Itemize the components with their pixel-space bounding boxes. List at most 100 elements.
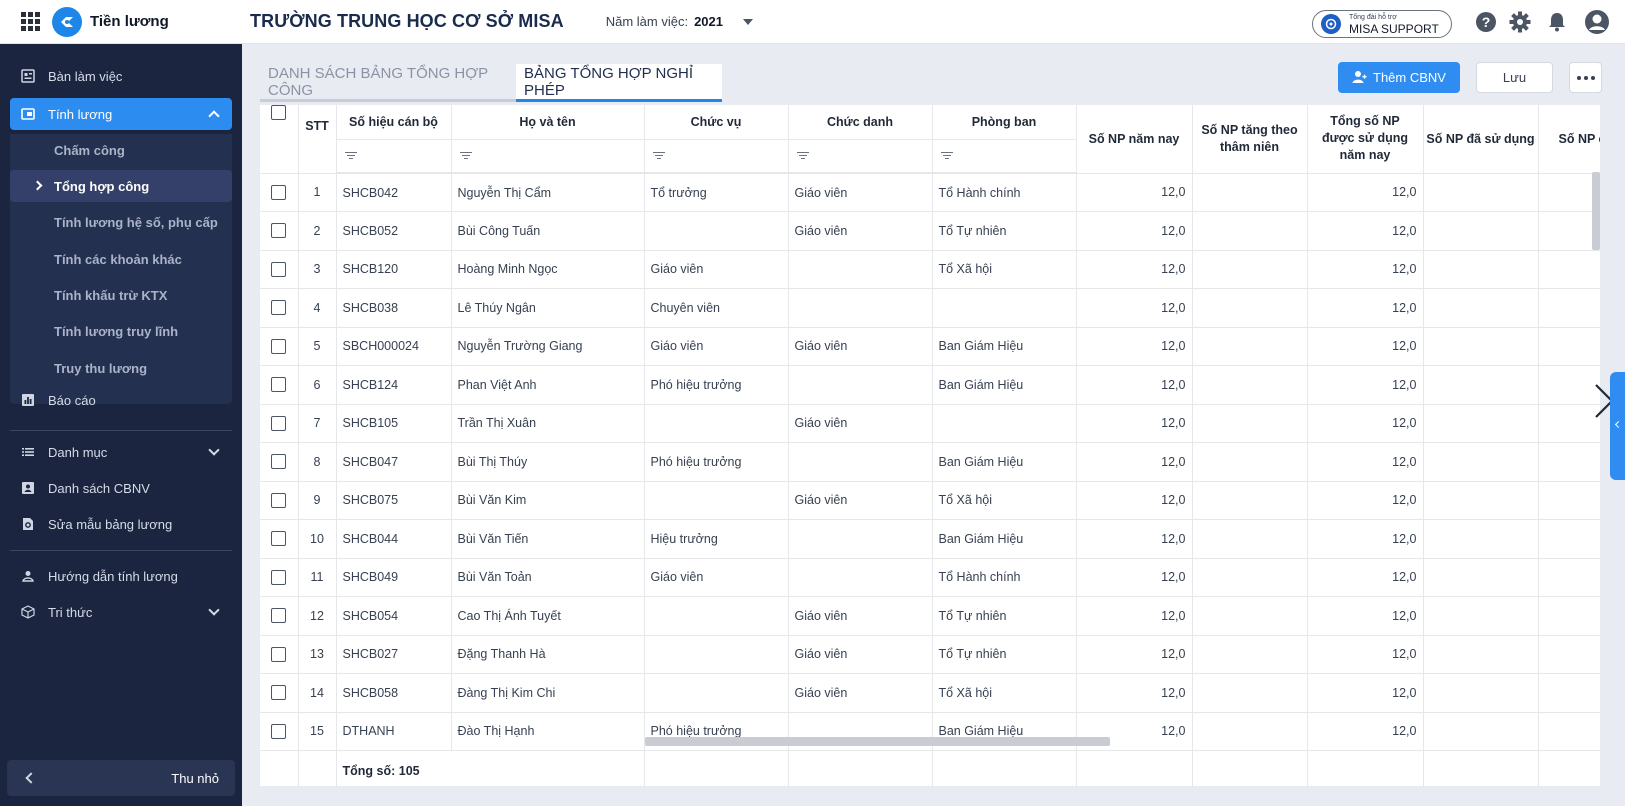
sidebar-item-label: Báo cáo (48, 392, 96, 408)
table-row[interactable]: 10 SHCB044 Bùi Văn Tiến Hiệu trưởng Ban Giám… (260, 519, 1600, 559)
col-header-np-year[interactable]: Số NP năm nay (1076, 105, 1193, 174)
table-row[interactable]: 8 SHCB047 Bùi Thị Thúy Phó hiệu trưởng Ban G… (260, 442, 1600, 482)
cell-name: Bùi Văn Kim (451, 481, 645, 520)
horizontal-scrollbar[interactable] (645, 737, 1110, 746)
settings-gear-icon[interactable] (1509, 11, 1531, 33)
sidebar-item-dashboard[interactable]: Bàn làm việc (10, 60, 232, 92)
sidebar-item-employee-list[interactable]: Danh sách CBNV (10, 472, 232, 504)
row-checkbox[interactable] (271, 531, 287, 547)
sidebar-item-edit-salary-template[interactable]: Sửa mẫu bảng lương (10, 508, 232, 540)
cell-position: Hiệu trưởng (644, 519, 789, 559)
table-row[interactable]: 9 SHCB075 Bùi Văn Kim Giáo viên Tổ Xã hội 12,… (260, 481, 1600, 520)
row-checkbox[interactable] (271, 608, 287, 624)
cell-np-year: 12,0 (1076, 519, 1193, 559)
add-employee-button[interactable]: Thêm CBNV (1338, 62, 1460, 93)
row-checkbox[interactable] (271, 184, 287, 200)
year-dropdown-caret-icon[interactable] (742, 18, 753, 25)
cell-np-used (1423, 635, 1539, 674)
row-checkbox[interactable] (271, 685, 287, 701)
col-header-np-seniority[interactable]: Số NP tăng theo thâm niên (1192, 105, 1308, 174)
col-header-name[interactable]: Họ và tên (451, 105, 645, 140)
user-avatar-icon[interactable] (1584, 9, 1610, 35)
submenu-item-timesheet-summary[interactable]: Tổng hợp công (10, 170, 232, 202)
help-icon[interactable]: ? (1475, 11, 1497, 33)
row-checkbox[interactable] (271, 377, 287, 393)
cell-code: SHCB120 (336, 250, 452, 289)
work-year-value[interactable]: 2021 (694, 14, 723, 29)
sidebar-item-catalog[interactable]: Danh mục (10, 436, 232, 468)
cell-checkbox (260, 558, 299, 597)
submenu-item-retro-salary[interactable]: Tính lương truy lĩnh (10, 315, 232, 347)
cell-code: SHCB058 (336, 673, 452, 713)
sidebar-item-reports[interactable]: Báo cáo (10, 384, 232, 416)
col-header-np-remaining[interactable]: Số NP c (1538, 105, 1600, 174)
row-checkbox[interactable] (271, 261, 287, 277)
row-checkbox[interactable] (271, 300, 287, 316)
cell-code: SHCB038 (336, 288, 452, 328)
table-row[interactable]: 14 SHCB058 Đàng Thị Kim Chi Giáo viên Tổ Xã … (260, 673, 1600, 713)
select-all-checkbox[interactable] (271, 105, 287, 121)
filter-icon[interactable] (797, 152, 809, 160)
table-row[interactable]: 5 SBCH000024 Nguyễn Trường Giang Giáo viên G… (260, 327, 1600, 366)
row-checkbox[interactable] (271, 569, 287, 585)
sidebar-item-knowledge[interactable]: Tri thức (10, 596, 232, 628)
misa-support-button[interactable]: Tổng đài hỗ trợ MISA SUPPORT (1312, 10, 1452, 38)
cell-np-used (1423, 288, 1539, 328)
cell-np-used (1423, 712, 1539, 751)
submenu-item-timekeeping[interactable]: Chấm công (10, 134, 232, 166)
cell-np-seniority (1192, 673, 1308, 713)
filter-icon[interactable] (345, 152, 357, 160)
submenu-item-salary-recovery[interactable]: Truy thu lương (10, 352, 232, 384)
submenu-item-dorm-deduction[interactable]: Tính khấu trừ KTX (10, 279, 232, 311)
row-checkbox[interactable] (271, 415, 287, 431)
cell-np-seniority (1192, 442, 1308, 482)
row-checkbox[interactable] (271, 646, 287, 662)
table-row[interactable]: 13 SHCB027 Đặng Thanh Hà Giáo viên Tổ Tự nhi… (260, 635, 1600, 674)
filter-icon[interactable] (941, 152, 953, 160)
col-header-np-total[interactable]: Tổng số NP được sử dụng năm nay (1307, 105, 1424, 174)
col-header-dept[interactable]: Phòng ban (932, 105, 1077, 140)
col-header-np-used[interactable]: Số NP đã sử dụng (1423, 105, 1539, 174)
cell-np-seniority (1192, 519, 1308, 559)
sidebar: Bàn làm việc Tính lương Chấm công Tổng h… (0, 44, 242, 806)
top-header: Tiền lương TRƯỜNG TRUNG HỌC CƠ SỞ MISA N… (0, 0, 1625, 44)
notification-bell-icon[interactable] (1546, 11, 1568, 33)
table-row[interactable]: 7 SHCB105 Trần Thị Xuân Giáo viên 12,0 12,0 (260, 404, 1600, 443)
sidebar-item-label: Sửa mẫu bảng lương (48, 516, 173, 532)
add-user-icon (1352, 71, 1367, 83)
table-row[interactable]: 11 SHCB049 Bùi Văn Toản Giáo viên Tổ Hành ch… (260, 558, 1600, 597)
sidebar-divider (10, 550, 232, 551)
col-header-position[interactable]: Chức vụ (644, 105, 789, 140)
cell-np-remaining (1538, 173, 1600, 212)
cell-np-used (1423, 596, 1539, 636)
tab-leave-summary[interactable]: BẢNG TỔNG HỢP NGHỈ PHÉP (516, 64, 722, 102)
col-header-code[interactable]: Số hiệu cán bộ (336, 105, 452, 140)
submenu-item-coefficient-salary[interactable]: Tính lương hệ số, phụ cấp (10, 206, 232, 238)
table-row[interactable]: 2 SHCB052 Bùi Công Tuấn Giáo viên Tổ Tự nhiê… (260, 211, 1600, 251)
table-row[interactable]: 12 SHCB054 Cao Thị Ánh Tuyết Giáo viên Tổ Tự… (260, 596, 1600, 636)
filter-icon[interactable] (460, 152, 472, 160)
cell-checkbox (260, 288, 299, 328)
col-header-title[interactable]: Chức danh (788, 105, 933, 140)
row-checkbox[interactable] (271, 454, 287, 470)
table-row[interactable]: 3 SHCB120 Hoàng Minh Ngọc Giáo viên Tổ Xã hộ… (260, 250, 1600, 289)
row-checkbox[interactable] (271, 223, 287, 239)
submenu-item-other-items[interactable]: Tính các khoản khác (10, 243, 232, 275)
save-button[interactable]: Lưu (1476, 62, 1553, 93)
table-row[interactable]: 4 SHCB038 Lê Thúy Ngân Chuyên viên 12,0 12,0 (260, 288, 1600, 328)
sidebar-item-payroll[interactable]: Tính lương (10, 98, 232, 130)
app-launcher-icon[interactable] (16, 8, 44, 36)
table-row[interactable]: 1 SHCB042 Nguyễn Thị Cẩm Tổ trưởng Giáo viên… (260, 173, 1600, 212)
vertical-scrollbar[interactable] (1592, 172, 1600, 250)
table-row[interactable]: 6 SHCB124 Phan Việt Anh Phó hiệu trưởng Ban … (260, 365, 1600, 405)
more-options-button[interactable] (1569, 62, 1602, 93)
cell-np-used (1423, 250, 1539, 289)
row-checkbox[interactable] (271, 338, 287, 354)
row-checkbox[interactable] (271, 492, 287, 508)
filter-icon[interactable] (653, 152, 665, 160)
sidebar-item-salary-guide[interactable]: Hướng dẫn tính lương (10, 560, 232, 592)
side-panel-toggle[interactable] (1610, 372, 1625, 480)
tab-timesheet-summary-list[interactable]: DANH SÁCH BẢNG TỔNG HỢP CÔNG (260, 64, 516, 102)
row-checkbox[interactable] (271, 723, 287, 739)
collapse-sidebar-button[interactable]: Thu nhỏ (7, 760, 235, 796)
